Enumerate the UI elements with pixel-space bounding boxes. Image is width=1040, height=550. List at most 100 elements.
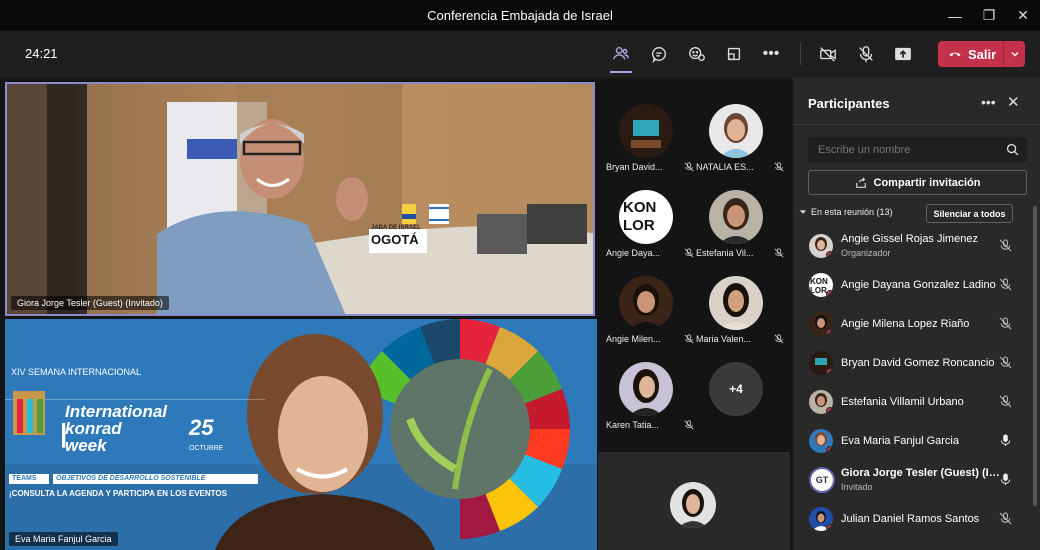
mic-on-icon[interactable] bbox=[999, 434, 1012, 447]
share-invite-label: Compartir invitación bbox=[873, 176, 981, 189]
participant-name: Angie Dayana Gonzalez Ladino bbox=[841, 279, 996, 291]
avatar bbox=[619, 276, 673, 330]
window-title: Conferencia Embajada de Israel bbox=[427, 8, 613, 23]
section-label: En esta reunión (13) bbox=[811, 207, 893, 217]
tile-name: Karen Tatia... bbox=[606, 420, 659, 430]
participant-row[interactable]: Angie Milena Lopez Riaño bbox=[793, 306, 1033, 342]
panel-scrollbar[interactable] bbox=[1033, 206, 1037, 506]
maximize-button[interactable]: ❐ bbox=[972, 0, 1006, 31]
reactions-icon[interactable] bbox=[684, 41, 710, 67]
banner-tag: TEAMS bbox=[12, 475, 37, 482]
mute-all-button[interactable]: Silenciar a todos bbox=[926, 204, 1013, 223]
banner-date: 25 bbox=[189, 415, 214, 440]
share-icon bbox=[855, 176, 866, 188]
panel-more-icon[interactable]: ••• bbox=[981, 94, 996, 110]
mic-off-icon[interactable] bbox=[999, 239, 1012, 252]
second-video-tile[interactable]: | XIV SEMANA INTERNACIONAL International… bbox=[5, 319, 597, 550]
self-view-tile[interactable] bbox=[598, 452, 790, 550]
in-meeting-section-toggle[interactable]: En esta reunión (13) bbox=[799, 207, 893, 217]
participant-gallery: Bryan David... NATALIA ES... KON LOR Angi… bbox=[598, 82, 790, 442]
share-screen-icon[interactable] bbox=[890, 41, 916, 67]
participant-row[interactable]: Angie Gissel Rojas Jimenez Organizador bbox=[793, 228, 1033, 264]
toolbar-divider bbox=[800, 43, 801, 65]
panel-divider bbox=[793, 124, 1040, 125]
participant-role: Invitado bbox=[841, 482, 873, 492]
avatar bbox=[809, 429, 833, 453]
gallery-tile[interactable]: KON LOR Angie Daya... bbox=[604, 184, 694, 270]
mic-off-icon bbox=[684, 334, 694, 344]
participant-name: Eva Maria Fanjul Garcia bbox=[841, 435, 959, 447]
participant-name: Angie Gissel Rojas Jimenez bbox=[841, 233, 978, 245]
chevron-down-icon bbox=[1011, 52, 1018, 57]
participant-name: Angie Milena Lopez Riaño bbox=[841, 318, 970, 330]
mic-off-icon bbox=[774, 334, 784, 344]
self-avatar bbox=[670, 482, 716, 528]
participant-row[interactable]: Bryan David Gomez Roncancio bbox=[793, 345, 1033, 381]
tile-name: Angie Daya... bbox=[606, 248, 661, 258]
participants-panel: Participantes ••• ✕ Compartir invitación… bbox=[792, 78, 1040, 550]
mic-off-icon[interactable] bbox=[853, 41, 879, 67]
avatar bbox=[619, 104, 673, 158]
mic-off-icon[interactable] bbox=[999, 395, 1012, 408]
title-bar: Conferencia Embajada de Israel — ❐ ✕ bbox=[0, 0, 1040, 31]
search-icon bbox=[1006, 143, 1019, 156]
svg-text:LOR: LOR bbox=[810, 286, 827, 295]
banner-brand: International konrad week bbox=[65, 402, 168, 455]
main-video-tile[interactable]: JADA DE ISRAEL OGOTÁ Giora Jorge Tesler … bbox=[5, 82, 595, 316]
active-tab-indicator bbox=[610, 71, 632, 73]
camera-off-icon[interactable] bbox=[815, 41, 841, 67]
participant-search bbox=[808, 137, 1027, 162]
participant-row[interactable]: KON LOR Angie Dayana Gonzalez Ladino bbox=[793, 267, 1033, 303]
mic-on-icon[interactable] bbox=[999, 473, 1012, 486]
mic-off-icon[interactable] bbox=[999, 317, 1012, 330]
meeting-timer: 24:21 bbox=[25, 46, 58, 61]
participant-row[interactable]: GT Giora Jorge Tesler (Guest) (In... Inv… bbox=[793, 462, 1033, 498]
gallery-tile[interactable]: Estefania Vil... bbox=[694, 184, 784, 270]
avatar-initials: GT bbox=[809, 467, 835, 493]
mic-off-icon[interactable] bbox=[999, 356, 1012, 369]
mic-off-icon bbox=[774, 162, 784, 172]
gallery-tile[interactable]: Bryan David... bbox=[604, 98, 694, 184]
svg-text:LOR: LOR bbox=[623, 217, 655, 234]
chat-icon[interactable] bbox=[646, 41, 672, 67]
main-video-name: Giora Jorge Tesler (Guest) (Invitado) bbox=[11, 296, 169, 310]
banner-cta: ¡CONSULTA LA AGENDA Y PARTICIPA EN LOS E… bbox=[9, 489, 227, 498]
participant-row[interactable]: Estefania Villamil Urbano bbox=[793, 384, 1033, 420]
mic-off-icon bbox=[684, 420, 694, 430]
participant-row[interactable]: Eva Maria Fanjul Garcia bbox=[793, 423, 1033, 459]
leave-options-button[interactable] bbox=[1003, 41, 1025, 67]
more-actions-icon[interactable]: ••• bbox=[758, 41, 784, 67]
sign-top-text: JADA DE ISRAEL bbox=[371, 225, 421, 231]
window-controls: — ❐ ✕ bbox=[938, 0, 1040, 31]
participant-role: Organizador bbox=[841, 248, 891, 258]
rooms-icon[interactable] bbox=[721, 41, 747, 67]
chevron-down-icon bbox=[799, 210, 807, 214]
gallery-more-tile[interactable]: +4 bbox=[694, 356, 780, 442]
avatar bbox=[809, 312, 833, 336]
avatar bbox=[809, 507, 833, 531]
gallery-tile[interactable]: NATALIA ES... bbox=[694, 98, 784, 184]
hang-up-icon bbox=[949, 52, 961, 57]
mic-off-icon[interactable] bbox=[999, 278, 1012, 291]
share-invite-button[interactable]: Compartir invitación bbox=[808, 170, 1027, 195]
gallery-tile[interactable]: Karen Tatia... bbox=[604, 356, 694, 442]
panel-title: Participantes bbox=[808, 96, 890, 111]
mic-off-icon[interactable] bbox=[999, 512, 1012, 525]
leave-button[interactable]: Salir bbox=[938, 41, 1025, 67]
close-icon[interactable]: ✕ bbox=[1007, 93, 1020, 111]
avatar: KON LOR bbox=[809, 273, 833, 297]
tile-name: Estefania Vil... bbox=[696, 248, 754, 258]
gallery-tile[interactable]: Maria Valen... bbox=[694, 270, 784, 356]
mic-off-icon bbox=[684, 162, 694, 172]
participant-name: Giora Jorge Tesler (Guest) (In... bbox=[841, 467, 1001, 479]
participant-row[interactable]: Julian Daniel Ramos Santos bbox=[793, 501, 1033, 537]
participant-name: Bryan David Gomez Roncancio bbox=[841, 357, 995, 369]
minimize-button[interactable]: — bbox=[938, 0, 972, 31]
gallery-tile[interactable]: Angie Milen... bbox=[604, 270, 694, 356]
participant-name: Estefania Villamil Urbano bbox=[841, 396, 964, 408]
participants-icon[interactable] bbox=[608, 41, 634, 67]
avatar bbox=[809, 390, 833, 414]
close-window-button[interactable]: ✕ bbox=[1006, 0, 1040, 31]
search-input[interactable] bbox=[809, 138, 999, 161]
banner-line1: XIV SEMANA INTERNACIONAL bbox=[11, 367, 142, 377]
